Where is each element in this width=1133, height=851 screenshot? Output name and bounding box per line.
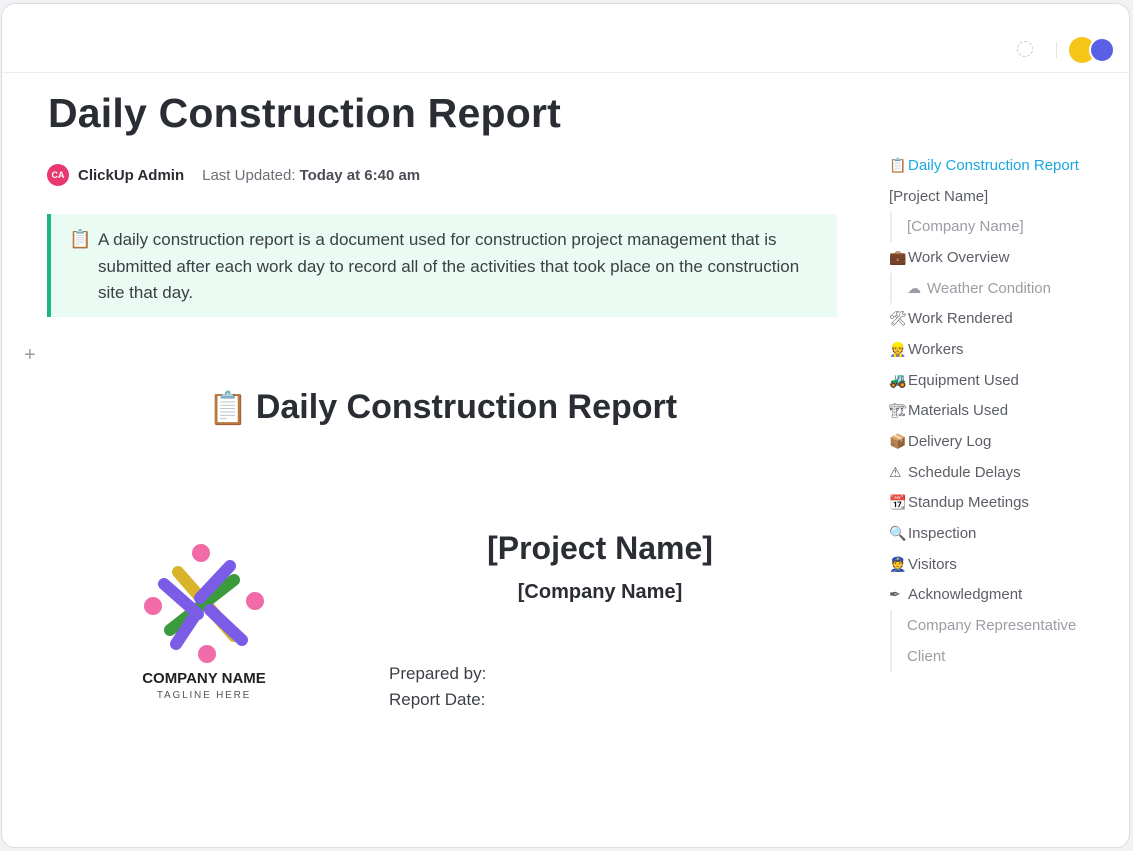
- toc-item[interactable]: 📆 Standup Meetings: [889, 488, 1119, 519]
- toc-item[interactable]: 💼 Work Overview: [889, 242, 1119, 273]
- toc-item-label: Work Overview: [908, 248, 1010, 266]
- toc-item-label: Work Rendered: [908, 310, 1013, 328]
- toc-item-label: Visitors: [908, 555, 957, 573]
- toc-item-label: Daily Construction Report: [908, 156, 1079, 174]
- company-name-placeholder[interactable]: [Company Name]: [442, 581, 758, 604]
- toc-item[interactable]: 🚜 Equipment Used: [889, 365, 1119, 396]
- description-callout[interactable]: 📋 A daily construction report is a docum…: [47, 214, 837, 317]
- last-updated-label: Last Updated:: [202, 166, 296, 184]
- prepared-by-label[interactable]: Prepared by:: [389, 664, 486, 684]
- toc-item[interactable]: 📦 Delivery Log: [889, 426, 1119, 457]
- toc-item-icon: 🔍: [889, 525, 907, 542]
- toc-item[interactable]: ☁ Weather Condition: [890, 272, 1119, 304]
- last-updated-value: Today at 6:40 am: [299, 166, 421, 184]
- author-name[interactable]: ClickUp Admin: [78, 167, 184, 184]
- avatar[interactable]: [1089, 37, 1115, 63]
- toc-item[interactable]: [Project Name]: [889, 181, 1119, 212]
- toc-item-label: Weather Condition: [927, 279, 1051, 297]
- toc-item-icon: 👮: [889, 555, 907, 572]
- toolbar-divider: [1056, 42, 1057, 58]
- clipboard-icon: 📋: [69, 229, 92, 249]
- clipboard-icon: 📋: [208, 389, 248, 426]
- section-heading-text: Daily Construction Report: [255, 388, 678, 426]
- toc-item-label: Inspection: [908, 525, 977, 543]
- toc-item-icon: 🚜: [889, 371, 907, 388]
- toc-item-label: Materials Used: [908, 402, 1009, 420]
- toc-item[interactable]: [Company Name]: [890, 211, 1119, 243]
- toc-item-label: Workers: [908, 340, 964, 358]
- document-window: Daily Construction Report CA ClickUp Adm…: [1, 3, 1130, 848]
- add-block-icon[interactable]: +: [24, 344, 36, 367]
- page-title[interactable]: Daily Construction Report: [48, 90, 561, 137]
- toc-item-label: [Project Name]: [889, 187, 989, 205]
- top-bar: [2, 4, 1129, 73]
- toc-item-icon: 🏗: [889, 402, 907, 419]
- toc-item-label: Acknowledgment: [908, 586, 1023, 604]
- toc-item-label: Company Representative: [907, 617, 1077, 635]
- section-heading[interactable]: 📋 Daily Construction Report: [208, 388, 677, 427]
- toc-item[interactable]: 👷 Workers: [889, 334, 1119, 365]
- company-name: COMPANY NAME: [142, 670, 266, 687]
- callout-text[interactable]: A daily construction report is a documen…: [98, 227, 817, 307]
- loading-icon: [1017, 41, 1033, 57]
- toc-item-icon: 📋: [889, 156, 907, 173]
- toc-item[interactable]: ⚠ Schedule Delays: [889, 457, 1119, 488]
- toc-item[interactable]: 🏗 Materials Used: [889, 396, 1119, 427]
- toc-item-label: Equipment Used: [908, 371, 1019, 389]
- toc-item[interactable]: Company Representative: [890, 610, 1119, 641]
- toc-item-label: Delivery Log: [908, 433, 992, 451]
- toc-item[interactable]: 🛠 Work Rendered: [889, 303, 1119, 334]
- toc-item-label: Client: [907, 647, 946, 665]
- project-name[interactable]: [Project Name]: [442, 530, 758, 567]
- table-of-contents: 📋 Daily Construction Report [Project Name]…: [889, 150, 1119, 672]
- toc-item[interactable]: 👮 Visitors: [889, 549, 1119, 580]
- toc-item[interactable]: ✒ Acknowledgment: [889, 580, 1119, 611]
- author-avatar[interactable]: CA: [47, 164, 69, 186]
- toc-item-icon: 💼: [889, 248, 907, 265]
- toc-item-label: Schedule Delays: [908, 463, 1021, 481]
- toc-item-icon: ☁: [907, 279, 921, 296]
- toc-item[interactable]: Client: [890, 641, 1119, 672]
- toc-item-icon: 👷: [889, 340, 907, 357]
- toc-item-icon: 📆: [889, 494, 907, 511]
- toc-item-icon: 📦: [889, 433, 907, 450]
- doc-meta: CA ClickUp Admin Last Updated: Today at …: [47, 164, 420, 186]
- toc-item-icon: 🛠: [889, 310, 907, 327]
- toc-item[interactable]: 📋 Daily Construction Report: [889, 150, 1119, 181]
- toc-item-icon: ⚠: [889, 463, 902, 480]
- report-date-label[interactable]: Report Date:: [389, 690, 485, 710]
- toc-item-label: Standup Meetings: [908, 494, 1029, 512]
- company-tagline: TAGLINE HERE: [156, 690, 252, 701]
- collaborator-avatars[interactable]: [1069, 37, 1121, 63]
- company-logo: [144, 544, 264, 663]
- toc-item-icon: ✒: [889, 586, 901, 603]
- toc-item[interactable]: 🔍 Inspection: [889, 518, 1119, 549]
- toc-item-label: [Company Name]: [907, 218, 1024, 236]
